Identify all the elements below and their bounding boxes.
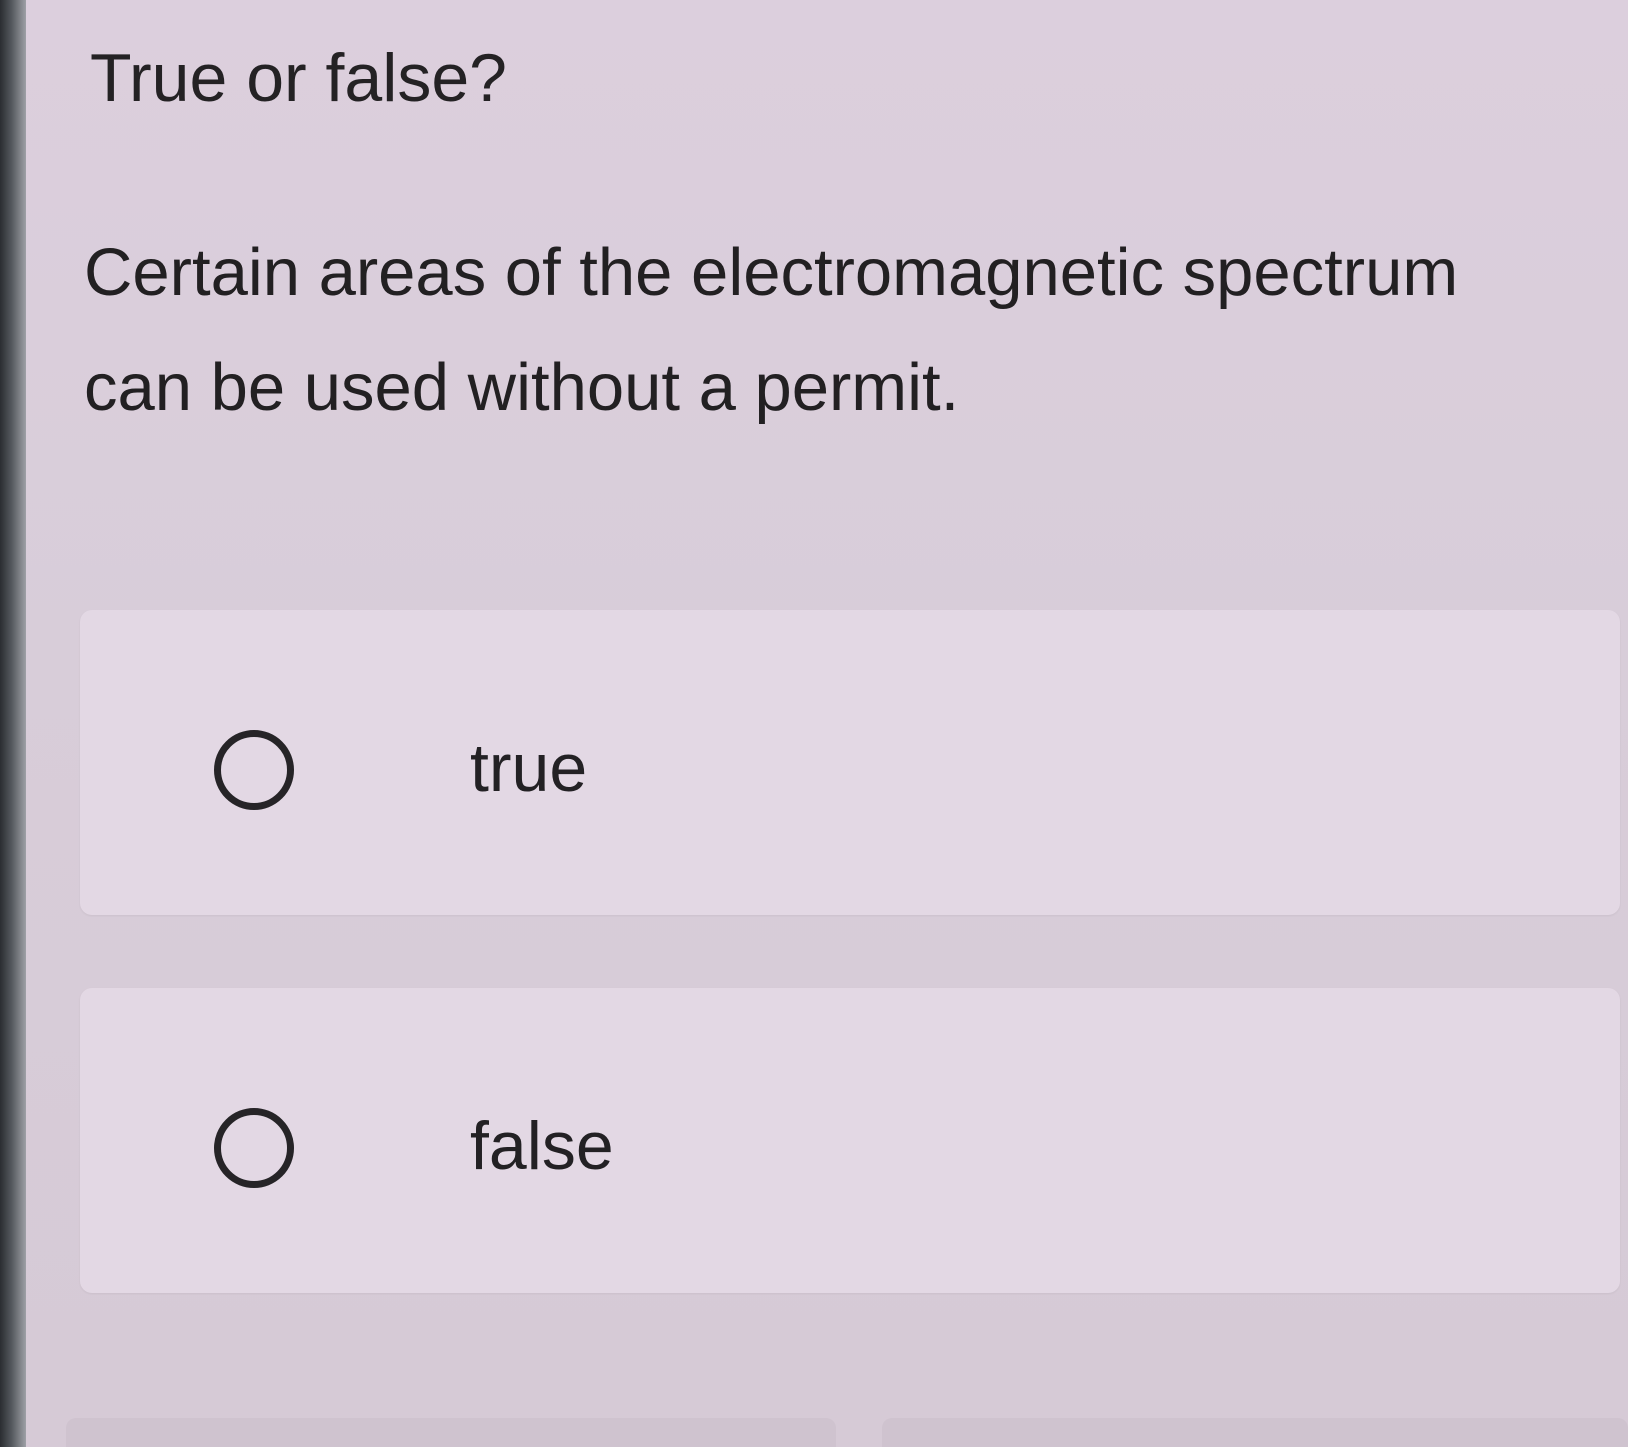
question-text: Certain areas of the electromagnetic spe…: [84, 235, 1459, 425]
answer-option-false[interactable]: false: [80, 988, 1620, 1293]
answer-option-label: true: [470, 730, 588, 806]
radio-unselected-icon[interactable]: [214, 1108, 294, 1188]
quiz-screen: True or false? Certain areas of the elec…: [0, 0, 1628, 1447]
question-type-label: True or false?: [90, 40, 507, 116]
answer-option-label: false: [470, 1108, 614, 1184]
answer-option-true[interactable]: true: [80, 610, 1620, 915]
bottom-button-left[interactable]: [66, 1418, 836, 1447]
radio-unselected-icon[interactable]: [214, 730, 294, 810]
device-edge: [0, 0, 26, 1447]
bottom-button-right[interactable]: [882, 1418, 1628, 1447]
